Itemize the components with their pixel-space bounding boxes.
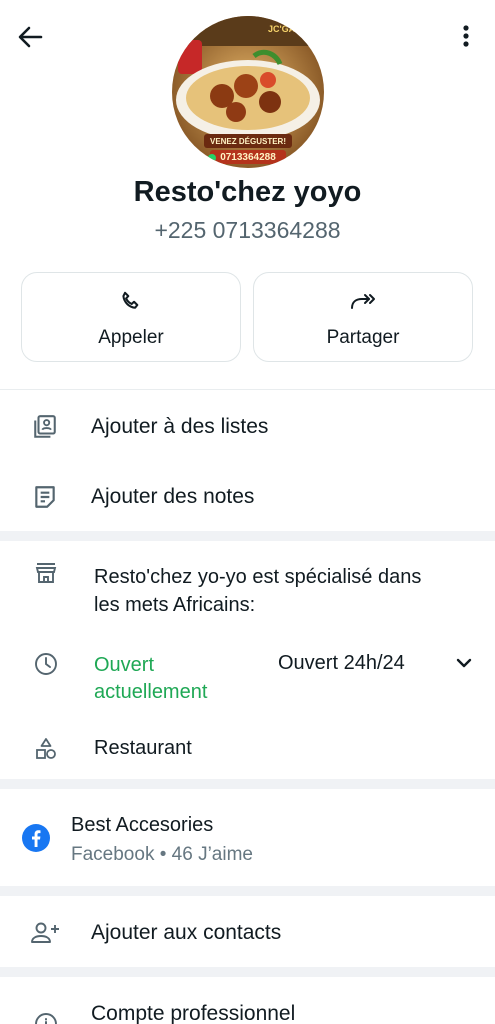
add-to-lists-row[interactable]: Ajouter à des listes <box>0 390 495 460</box>
share-button[interactable]: Partager <box>253 272 473 362</box>
avatar-brand-text: JC'GARBA <box>268 24 315 34</box>
add-to-lists-label: Ajouter à des listes <box>91 415 269 438</box>
add-to-contacts-label: Ajouter aux contacts <box>91 921 282 944</box>
info-icon <box>35 1013 57 1024</box>
business-hours-row[interactable]: Ouvert actuellement Ouvert 24h/24 <box>0 640 495 712</box>
business-description: Resto'chez yo-yo est spécialisé dans les… <box>94 563 421 619</box>
business-category: Restaurant <box>94 737 192 759</box>
section-divider <box>0 779 495 789</box>
share-icon <box>351 294 375 309</box>
more-vertical-icon <box>463 25 469 47</box>
arrow-left-icon <box>18 26 43 48</box>
hours-text: Ouvert 24h/24 <box>278 652 405 674</box>
store-icon <box>35 563 57 583</box>
professional-account-row[interactable]: Compte professionnel <box>0 978 495 1024</box>
share-label: Partager <box>326 327 400 348</box>
list-icon <box>34 415 56 438</box>
description-line-1: Resto'chez yo-yo est spécialisé dans <box>94 566 422 588</box>
section-divider <box>0 886 495 896</box>
facebook-page-row[interactable]: Best Accesories Facebook • 46 J’aime <box>0 790 495 886</box>
call-button[interactable]: Appeler <box>21 272 241 362</box>
section-divider <box>0 967 495 977</box>
avatar-tagline-text: VENEZ DÉGUSTER! <box>210 137 286 146</box>
professional-account-label: Compte professionnel <box>91 1002 296 1024</box>
add-to-contacts-row[interactable]: Ajouter aux contacts <box>0 897 495 967</box>
add-notes-row[interactable]: Ajouter des notes <box>0 462 495 532</box>
avatar-phone-text: 0713364288 <box>220 152 276 163</box>
add-notes-label: Ajouter des notes <box>91 485 255 508</box>
facebook-icon <box>22 824 50 852</box>
phone-icon <box>122 291 139 309</box>
category-icon <box>36 738 56 759</box>
facebook-page-name: Best Accesories <box>71 814 214 836</box>
back-button[interactable] <box>16 24 46 50</box>
notes-icon <box>35 486 55 508</box>
contact-phone: +225 0713364288 <box>154 217 341 243</box>
add-contact-icon <box>31 922 59 943</box>
facebook-page-sub: Facebook • 46 J’aime <box>71 844 253 865</box>
clock-icon <box>35 653 57 675</box>
chevron-down-icon <box>456 658 472 668</box>
open-status: Ouvert actuellement <box>94 654 208 703</box>
more-options-button[interactable] <box>458 24 474 50</box>
section-divider <box>0 531 495 541</box>
description-line-2: les mets Africains: <box>94 594 256 616</box>
contact-name: Resto'chez yoyo <box>133 176 362 208</box>
call-label: Appeler <box>98 327 164 348</box>
avatar[interactable]: JC'GARBA VENEZ DÉGUSTER! 0713364288 <box>172 16 324 168</box>
